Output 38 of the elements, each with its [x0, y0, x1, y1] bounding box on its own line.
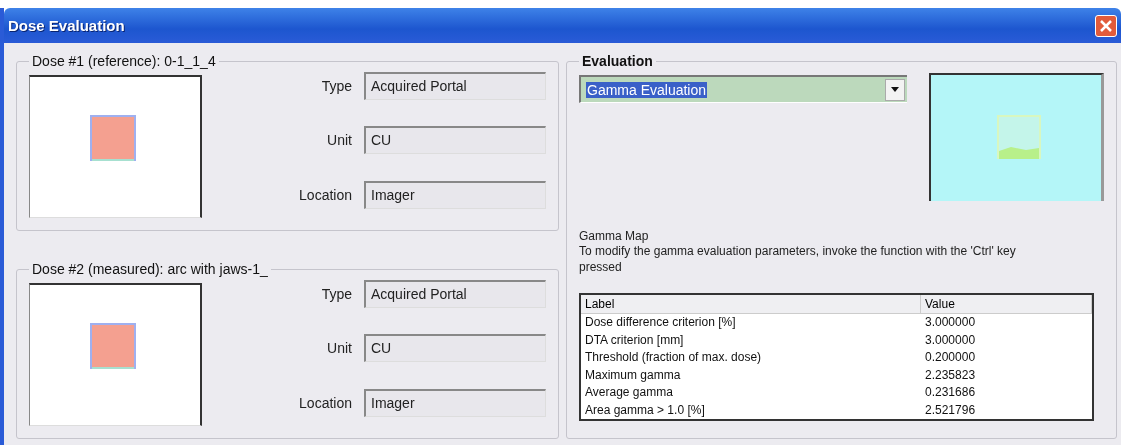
close-icon: [1100, 19, 1112, 32]
group-title: Evaluation: [581, 53, 654, 69]
close-button[interactable]: [1095, 14, 1117, 37]
read-only-field[interactable]: Acquired Portal: [364, 279, 546, 308]
read-only-field[interactable]: CU: [364, 126, 546, 155]
column-header[interactable]: Label: [581, 295, 921, 315]
table-cell-text: Maximum gamma: [584, 366, 682, 384]
field-label: Location: [298, 395, 352, 412]
table-cell-text: Area gamma > 1.0 [%]: [584, 401, 706, 419]
group-title: Dose #2 (measured): arc with jaws-1_: [31, 261, 269, 277]
field-label: Type: [320, 285, 352, 302]
table-cell-text: 2.521796: [924, 401, 977, 419]
table-cell-text: DTA criterion [mm]: [584, 331, 685, 349]
table-cell-text: 0.231686: [924, 384, 977, 402]
map-caption: Gamma Map: [579, 229, 650, 243]
table-cell-text: 0.200000: [924, 349, 977, 367]
caret-icon: [891, 87, 899, 92]
table-cell-text: 3.000000: [924, 314, 977, 332]
window-title: Dose Evaluation: [8, 17, 125, 34]
dropdown-button[interactable]: [885, 78, 905, 101]
dropdown-value: Gamma Evaluation: [586, 81, 708, 98]
read-only-field[interactable]: Imager: [364, 181, 546, 210]
field-label: Location: [298, 187, 352, 204]
table-cell-text: Average gamma: [584, 384, 674, 402]
table-cell-text: 2.235823: [924, 366, 977, 384]
field-label: Unit: [326, 340, 352, 357]
read-only-field[interactable]: CU: [364, 334, 546, 363]
table-cell-text: Threshold (fraction of max. dose): [584, 349, 763, 367]
table-cell-text: Dose difference criterion [%]: [584, 314, 737, 332]
field-label: Type: [320, 77, 352, 94]
table-cell-text: 3.000000: [924, 331, 977, 349]
column-header[interactable]: Value: [921, 295, 1092, 315]
instruction-text: To modify the gamma evaluation parameters, invoke the function with the 'Ctrl' key pressed: [579, 243, 1017, 276]
group-title: Dose #1 (reference): 0-1_1_4: [31, 53, 217, 69]
read-only-field[interactable]: Imager: [364, 389, 546, 418]
read-only-field[interactable]: Acquired Portal: [364, 71, 546, 100]
field-label: Unit: [326, 132, 352, 149]
method-dropdown[interactable]: Gamma Evaluation: [579, 75, 907, 103]
